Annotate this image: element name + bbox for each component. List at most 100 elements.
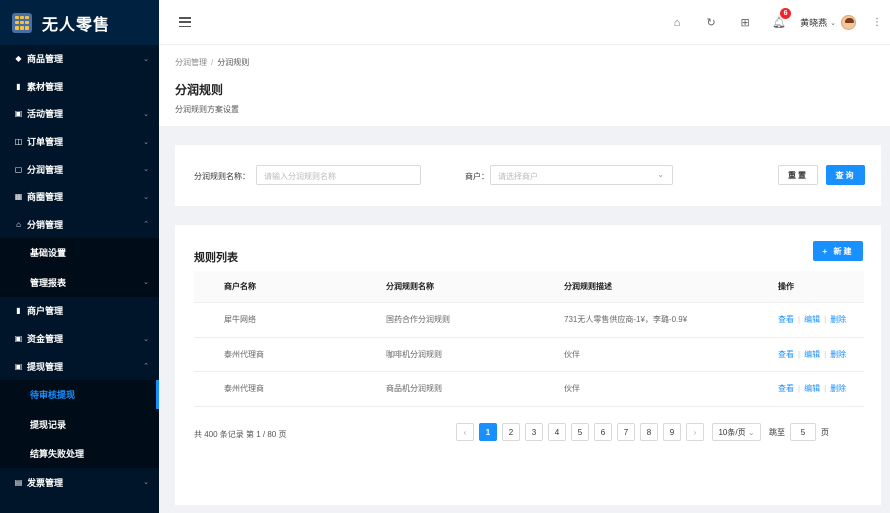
search-button[interactable]: 查询 [826,165,865,185]
merchant-select[interactable]: 请选择商户 ⌄ [490,165,673,185]
cell-merchant: 泰州代理商 [224,349,264,359]
user-icon: ▮ [16,306,21,316]
page-number[interactable]: 6 [594,423,612,441]
sidebar-subitem-label: 基础设置 [30,248,67,259]
cell-merchant: 犀牛网络 [224,315,256,325]
app-logo[interactable]: 无人零售 [0,0,159,45]
view-link[interactable]: 查看 [778,315,794,324]
page-title: 分润规则 [175,83,224,97]
cell-actions: 查看 | 编辑 | 删除 [778,315,847,325]
page-number[interactable]: 5 [571,423,589,441]
cell-rule-name: 咖啡机分润规则 [386,349,442,359]
sidebar-item-b2[interactable]: ▣ 提现管理 ⌃ [0,352,159,380]
col-merchant: 商户名称 [224,282,256,291]
sidebar-item-label: 分销管理 [27,219,64,230]
avatar[interactable] [841,15,856,30]
reset-button[interactable]: 重置 [778,165,818,185]
rule-table: 商户名称 分润规则名称 分润规则描述 操作 犀牛网络 国药合作分润规则 731无人零… [194,271,864,407]
home-icon[interactable]: ⌂ [671,17,683,29]
edit-link[interactable]: 编辑 [804,350,820,359]
sidebar-item-a1[interactable]: ▮ 素材管理 [0,73,159,101]
more-icon[interactable]: ⋮ [872,17,882,28]
table-row: 泰州代理商 咖啡机分润规则 伙伴 查看 | 编辑 | 删除 [194,338,864,372]
delete-link[interactable]: 删除 [830,350,846,359]
delete-link[interactable]: 删除 [830,315,846,324]
invoice-icon: ▤ [14,477,23,487]
chevron-icon: ⌃ [143,363,149,371]
page-number[interactable]: 8 [640,423,658,441]
sidebar-subitem-wd2[interactable]: 结算失败处理 [0,438,159,469]
page-number[interactable]: 2 [502,423,520,441]
chevron-down-icon: ⌄ [747,427,755,437]
new-button[interactable]: + 新建 [813,241,863,261]
delete-link[interactable]: 删除 [830,384,846,393]
page-number[interactable]: 4 [548,423,566,441]
cell-rule-name: 国药合作分润规则 [386,315,450,325]
withdraw-icon: ▣ [14,361,23,371]
prev-page-icon[interactable]: ‹ [456,423,474,441]
breadcrumb-current: 分润规则 [217,58,250,67]
sidebar-item-label: 素材管理 [27,81,64,92]
jump-input[interactable]: 5 [790,423,816,441]
page-number[interactable]: 1 [479,423,497,441]
edit-link[interactable]: 编辑 [804,384,820,393]
sidebar-item-b0[interactable]: ▮ 商户管理 [0,297,159,325]
app-title: 无人零售 [42,16,111,34]
sidebar-item-a5[interactable]: ▦ 商圈管理 ⌄ [0,183,159,211]
cell-actions: 查看 | 编辑 | 删除 [778,349,847,359]
cell-merchant: 泰州代理商 [224,384,264,394]
col-rule-name: 分润规则名称 [386,282,434,291]
file-icon: ▮ [16,81,21,91]
header-actions: ⌂ ↻ ⊞ 🔔︎ 6 黄晓燕 ⌄ ⋮ [660,0,882,45]
sidebar-subitem-label: 待审核提现 [30,390,76,401]
sidebar-item-label: 商品管理 [27,54,64,65]
sidebar-subitem-label: 结算失败处理 [30,449,85,460]
sidebar-item-b1[interactable]: ▣ 资金管理 ⌄ [0,325,159,353]
page-number[interactable]: 9 [663,423,681,441]
sidebar-item-label: 商圈管理 [27,192,64,203]
bell-icon[interactable]: 🔔︎ 6 [772,7,792,29]
edit-link[interactable]: 编辑 [804,315,820,324]
sidebar-item-a6[interactable]: ⌂ 分销管理 ⌃ [0,211,159,239]
menu-toggle-icon[interactable] [179,17,191,27]
cell-rule-desc: 伙伴 [564,384,580,394]
home-icon: ⌂ [16,219,21,229]
chevron-icon: ⌄ [143,479,149,487]
rule-name-input[interactable]: 请输入分润规则名称 [256,165,421,185]
sidebar-item-a4[interactable]: ▢ 分润管理 ⌄ [0,155,159,183]
breadcrumb: 分润管理 / 分润规则 [175,58,250,67]
sidebar-subitem-wd0[interactable]: 待审核提现 [0,379,159,410]
order-icon: ◫ [14,137,23,147]
chevron-icon: ⌄ [143,193,149,201]
chevron-icon: ⌄ [143,110,149,118]
sidebar-item-label: 商户管理 [27,306,64,317]
tag-icon: ◆ [15,54,22,64]
refresh-icon[interactable]: ↻ [705,17,717,29]
page-size-select[interactable]: 10条/页 ⌄ [712,423,761,441]
merchant-label: 商户： [465,172,489,181]
view-link[interactable]: 查看 [778,350,794,359]
sidebar-item-label: 资金管理 [27,334,64,345]
jump-label: 跳至 [769,427,785,437]
list-title: 规则列表 [194,252,238,264]
breadcrumb-item[interactable]: 分润管理 [175,58,207,67]
sidebar-item-c0[interactable]: ▤ 发票管理 ⌄ [0,468,159,496]
sidebar-item-a0[interactable]: ◆ 商品管理 ⌄ [0,45,159,73]
sidebar-subitem-wd1[interactable]: 提现记录 [0,409,159,439]
sidebar-item-a3[interactable]: ◫ 订单管理 ⌄ [0,128,159,156]
rule-list-card: 规则列表 + 新建 商户名称 分润规则名称 分润规则描述 操作 犀牛网络 国药合作… [175,225,881,505]
grid-icon: ▦ [14,192,23,202]
apps-icon[interactable]: ⊞ [739,17,751,29]
sidebar-item-a2[interactable]: ▣ 活动管理 ⌄ [0,100,159,128]
page-number[interactable]: 3 [525,423,543,441]
next-page-icon[interactable]: › [686,423,704,441]
chevron-down-icon[interactable]: ⌄ [830,19,836,27]
sidebar-subitem-dist1[interactable]: 管理报表 ⌄ [0,267,159,298]
sidebar-subitem-dist0[interactable]: 基础设置 [0,238,159,268]
view-link[interactable]: 查看 [778,384,794,393]
page-number[interactable]: 7 [617,423,635,441]
wallet-icon: ▣ [14,334,23,344]
user-name[interactable]: 黄晓燕 [800,16,827,29]
share-icon: ▢ [14,164,23,174]
top-header: ⌂ ↻ ⊞ 🔔︎ 6 黄晓燕 ⌄ ⋮ [159,0,890,45]
